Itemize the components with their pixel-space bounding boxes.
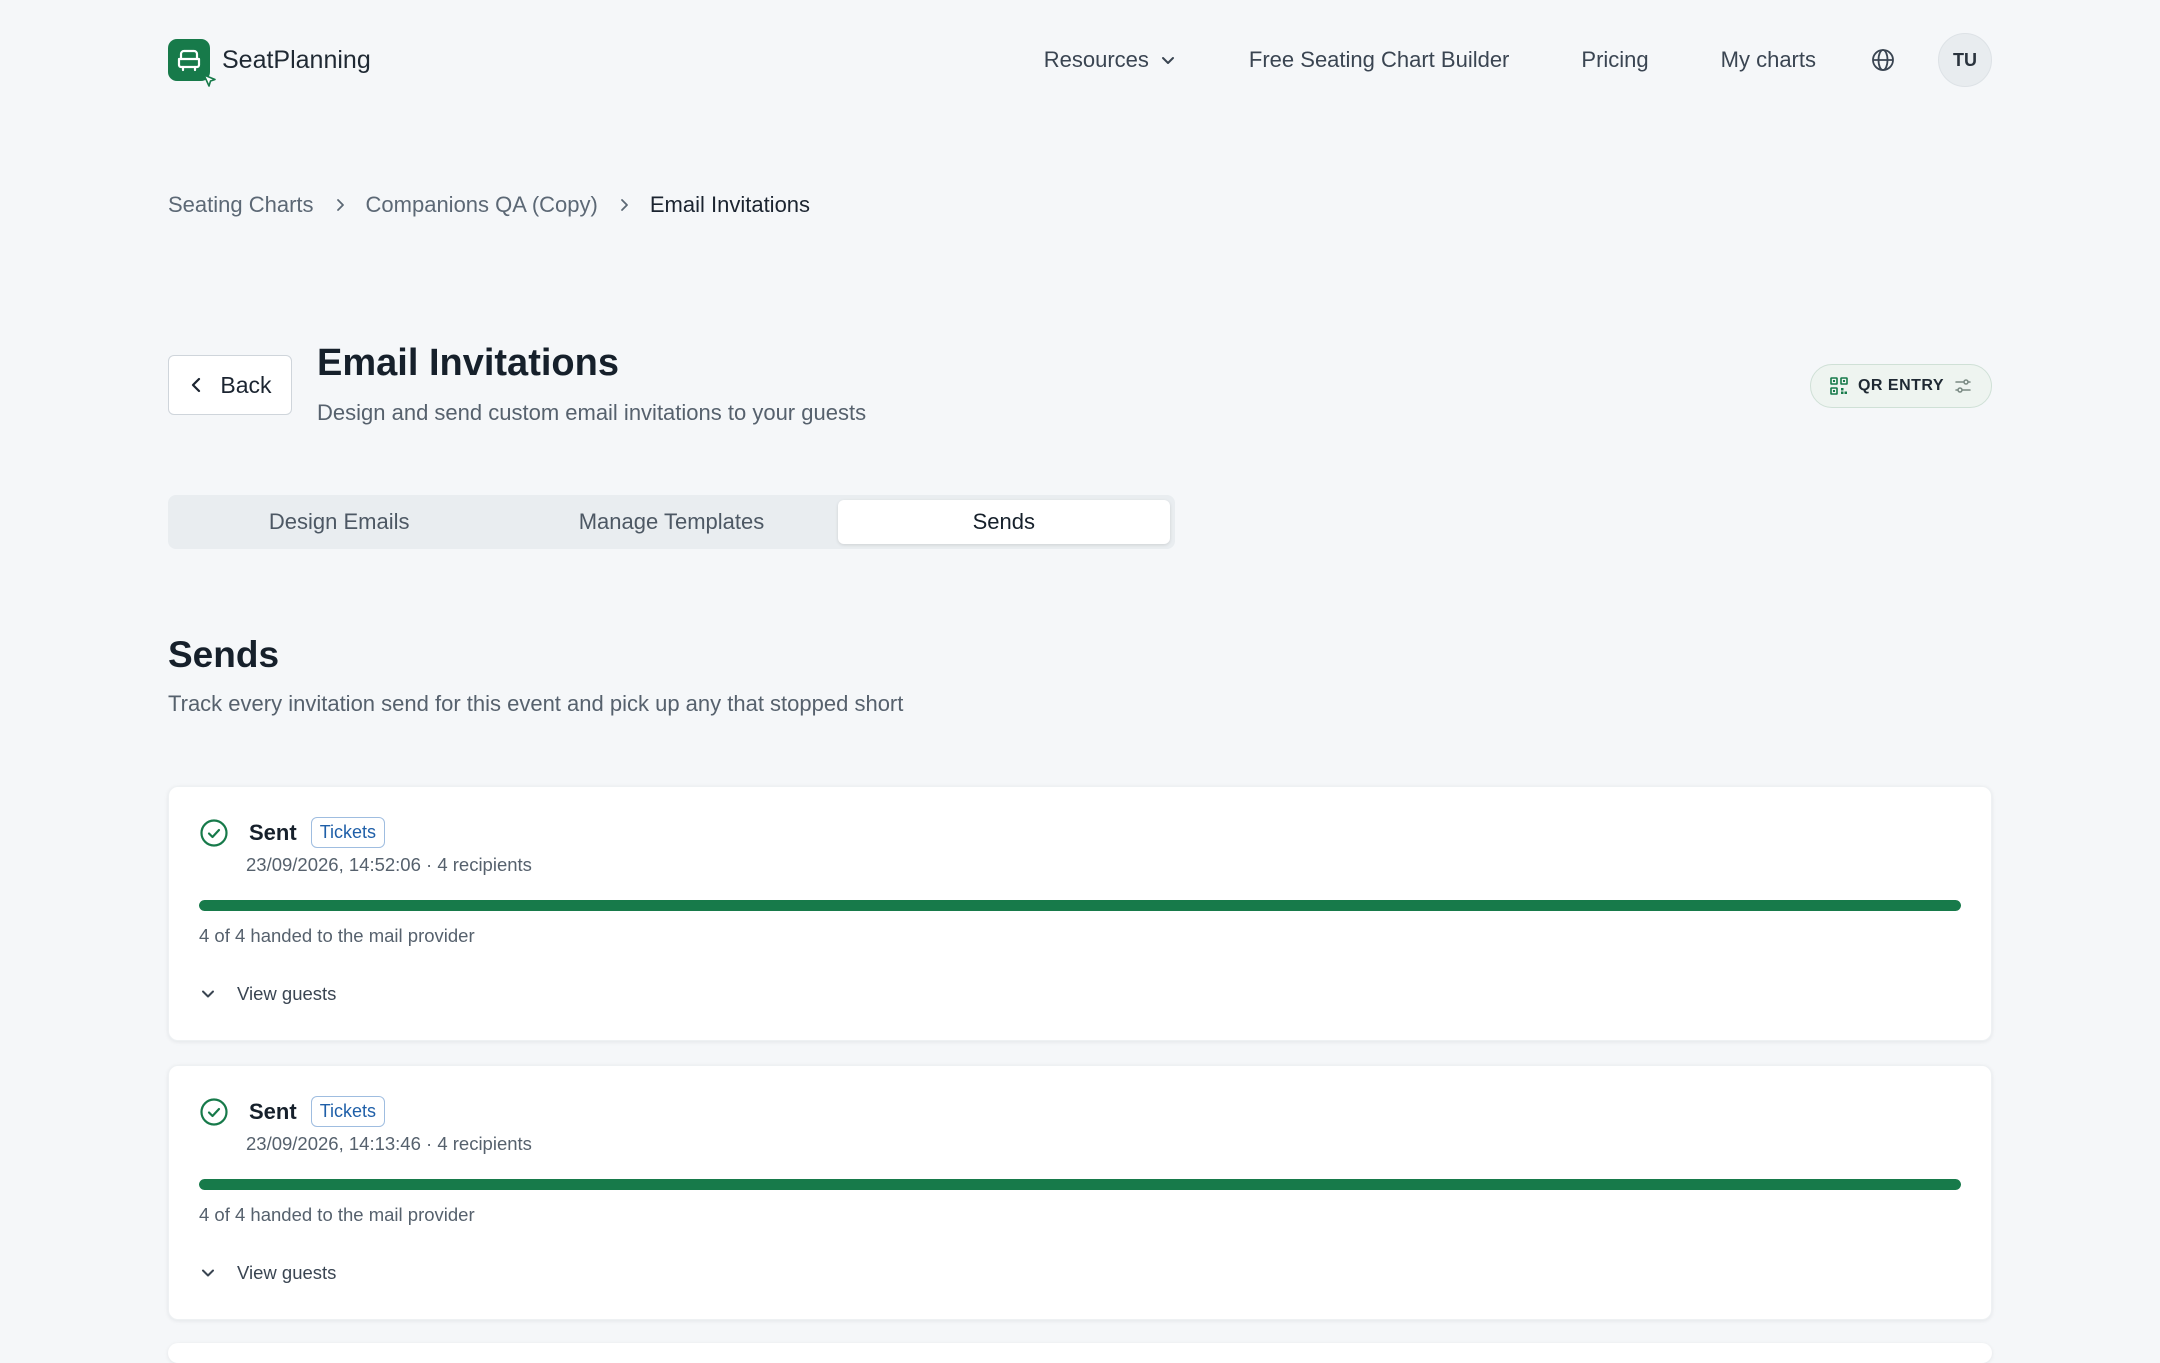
send-card-header: Sent Tickets xyxy=(199,1096,386,1127)
page-subtitle: Design and send custom email invitations… xyxy=(317,400,867,425)
tab-design-emails[interactable]: Design Emails xyxy=(173,500,505,544)
cursor-icon xyxy=(203,74,216,87)
send-type-badge: Tickets xyxy=(310,1096,386,1127)
nav-pricing[interactable]: Pricing xyxy=(1545,47,1684,73)
send-card-header: Sent Tickets xyxy=(199,817,386,848)
send-meta: 23/09/2026, 14:13:46 · 4 recipients xyxy=(246,1133,532,1154)
chevron-left-icon xyxy=(192,377,201,393)
invitation-tabs: Design Emails Manage Templates Sends xyxy=(168,495,1175,549)
send-progress-fill xyxy=(199,900,1961,911)
view-guests-label: View guests xyxy=(237,1262,337,1283)
nav-seating-chart-builder[interactable]: Free Seating Chart Builder xyxy=(1213,47,1545,73)
breadcrumb-current: Email Invitations xyxy=(649,192,811,217)
nav-resources-dropdown[interactable]: Resources xyxy=(1008,47,1213,73)
send-progress-bar xyxy=(199,1179,1961,1190)
brand-link[interactable]: SeatPlanning xyxy=(168,39,371,87)
send-progress-fill xyxy=(199,1179,1961,1190)
chevron-down-icon xyxy=(1161,57,1174,64)
chevron-right-icon xyxy=(332,197,348,213)
check-circle-icon xyxy=(199,1097,229,1127)
user-avatar[interactable]: TU xyxy=(1938,33,1992,87)
chevron-down-icon xyxy=(202,1269,214,1277)
tab-manage-templates[interactable]: Manage Templates xyxy=(505,500,837,544)
top-navigation-bar: SeatPlanning Resources Free Seating Char… xyxy=(168,33,1992,87)
nav-my-charts[interactable]: My charts xyxy=(1685,47,1852,73)
send-status: Sent xyxy=(249,1098,297,1124)
globe-icon[interactable] xyxy=(1870,47,1896,73)
qr-entry-label: QR ENTRY xyxy=(1857,377,1945,394)
back-button[interactable]: Back xyxy=(168,355,292,415)
sliders-icon xyxy=(1955,379,1971,393)
breadcrumb: Seating Charts Companions QA (Copy) Emai… xyxy=(168,192,810,218)
brand-name: SeatPlanning xyxy=(222,45,371,74)
view-guests-toggle[interactable]: View guests xyxy=(199,983,336,1005)
send-progress-bar xyxy=(199,900,1961,911)
sends-section-subtitle: Track every invitation send for this eve… xyxy=(168,691,904,716)
breadcrumb-chart[interactable]: Companions QA (Copy) xyxy=(366,192,598,218)
send-meta: 23/09/2026, 14:52:06 · 4 recipients xyxy=(246,854,532,875)
send-status: Sent xyxy=(249,819,297,845)
nav-resources-label: Resources xyxy=(1043,47,1149,72)
breadcrumb-seating-charts[interactable]: Seating Charts xyxy=(168,192,314,218)
chevron-down-icon xyxy=(202,990,214,998)
qr-entry-button[interactable]: QR ENTRY xyxy=(1810,364,1992,408)
armchair-icon xyxy=(168,39,216,87)
send-card: Sent Tickets 23/09/2026, 14:52:06 · 4 re… xyxy=(168,786,1992,1041)
chevron-right-icon xyxy=(616,197,632,213)
send-type-badge: Tickets xyxy=(310,817,386,848)
send-progress-text: 4 of 4 handed to the mail provider xyxy=(199,925,475,946)
main-nav: Resources Free Seating Chart Builder Pri… xyxy=(1008,33,1992,87)
page-title: Email Invitations xyxy=(317,342,619,384)
qr-code-icon xyxy=(1830,377,1848,395)
tab-sends[interactable]: Sends xyxy=(837,500,1170,544)
view-guests-label: View guests xyxy=(237,983,337,1004)
sends-section-title: Sends xyxy=(168,634,280,675)
send-card-partial xyxy=(168,1343,1992,1363)
send-progress-text: 4 of 4 handed to the mail provider xyxy=(199,1204,475,1225)
view-guests-toggle[interactable]: View guests xyxy=(199,1262,336,1284)
back-button-label: Back xyxy=(220,371,272,398)
check-circle-icon xyxy=(199,818,229,848)
send-card: Sent Tickets 23/09/2026, 14:13:46 · 4 re… xyxy=(168,1065,1992,1320)
